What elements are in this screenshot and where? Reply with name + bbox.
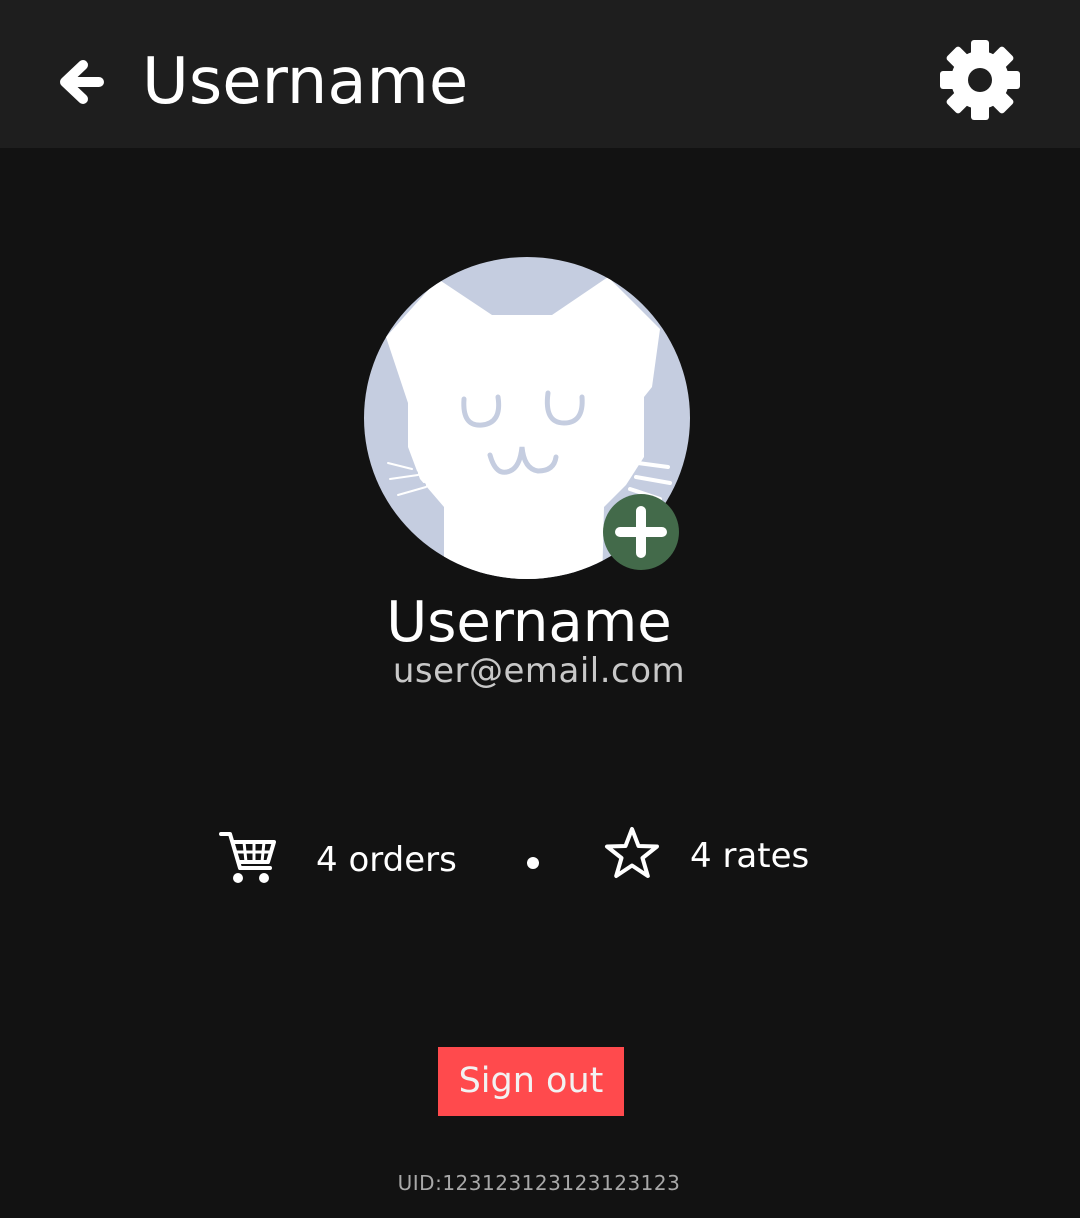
orders-count-label: 4 orders	[316, 840, 457, 880]
profile-screen: Username Username user@email.com 4 order…	[0, 0, 1080, 1218]
user-id-label: UID:123123123123123123	[397, 1171, 681, 1195]
back-button[interactable]	[52, 52, 112, 112]
profile-email: user@email.com	[392, 651, 686, 691]
arrow-left-icon	[60, 60, 104, 104]
gear-icon	[940, 40, 1020, 120]
add-photo-button[interactable]	[602, 493, 680, 571]
plus-circle-icon	[603, 494, 679, 570]
top-app-bar: Username	[0, 0, 1080, 148]
profile-name: Username	[386, 590, 672, 655]
settings-button[interactable]	[938, 38, 1022, 122]
shopping-cart-icon	[219, 832, 276, 883]
star-outline-icon	[605, 827, 659, 878]
rates-count-label: 4 rates	[690, 836, 810, 876]
sign-out-button[interactable]: Sign out	[438, 1047, 624, 1116]
stats-separator-dot	[527, 857, 539, 869]
page-title: Username	[142, 45, 469, 119]
